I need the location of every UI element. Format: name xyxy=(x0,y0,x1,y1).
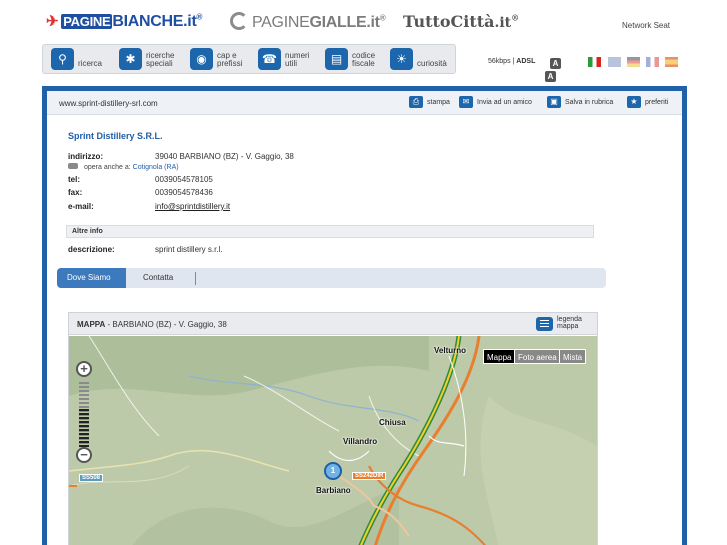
flag-german-icon[interactable] xyxy=(627,57,640,67)
location-marker[interactable]: 1 xyxy=(324,462,342,480)
mail-icon: ✉ xyxy=(459,96,473,108)
flag-english-icon[interactable] xyxy=(608,57,621,67)
tab-dove-siamo[interactable]: Dove Siamo xyxy=(57,268,126,288)
connection-selector[interactable]: 56kbps | ADSL xyxy=(488,58,535,65)
also-operates-row: opera anche a: Cotignola (RA) xyxy=(68,163,179,171)
car-icon xyxy=(68,163,78,169)
also-operates-link[interactable]: Cotignola (RA) xyxy=(133,164,179,171)
map-type-aerial[interactable]: Foto aerea xyxy=(514,349,561,364)
globe-icon: ◉ xyxy=(190,48,213,70)
bulb-icon: ☀ xyxy=(390,48,413,70)
tab-contatta[interactable]: Contatta xyxy=(133,268,183,288)
zoom-in-button[interactable]: + xyxy=(76,361,92,377)
flag-french-icon[interactable] xyxy=(646,57,659,67)
place-label-villandro: Villandro xyxy=(343,437,378,446)
print-icon: ⎙ xyxy=(409,96,423,108)
paginebianche-mark-icon: ✈ xyxy=(46,13,59,30)
website-link[interactable]: www.sprint-distillery-srl.com xyxy=(59,99,158,108)
map-type-map[interactable]: Mappa xyxy=(483,349,516,364)
zoom-out-button[interactable]: − xyxy=(76,447,92,463)
section-tabs: Dove Siamo Contatta xyxy=(57,268,606,288)
network-link[interactable]: Network Seat xyxy=(622,21,670,30)
special-search-icon: ✱ xyxy=(119,48,142,70)
tab-divider xyxy=(195,272,196,285)
map-title: MAPPA xyxy=(77,320,106,329)
zoom-control: + − xyxy=(74,361,94,463)
services-toolbar: ⚲ ricerca ✱ ricerche speciali ◉ cap e pref… xyxy=(42,44,456,74)
tuttocitta-logo[interactable]: TuttoCittà.it® xyxy=(403,12,519,31)
accessibility-badge-alt[interactable]: A xyxy=(545,71,556,82)
place-label-velturno: Velturno xyxy=(434,346,467,355)
road-shield-ss508: SS508 xyxy=(79,474,104,482)
zoom-slider-level[interactable] xyxy=(79,409,89,447)
accessibility-badge[interactable]: A xyxy=(550,58,561,69)
map-canvas[interactable]: Mappa Foto aerea Mista + − Velturno Chiu… xyxy=(69,336,597,545)
phone-icon: ☎ xyxy=(258,48,281,70)
map-address: BARBIANO (BZ) - V. Gaggio, 38 xyxy=(112,320,227,329)
place-label-barbiano: Barbiano xyxy=(316,486,351,495)
paginegialle-logo[interactable]: PAGINEGIALLE.it® xyxy=(230,12,386,32)
brand-bar: ✈ PAGINE BIANCHE.it® PAGINEGIALLE.it® Tutt… xyxy=(0,0,727,44)
map-terrain xyxy=(69,336,597,545)
email-link[interactable]: info@sprintdistillery.it xyxy=(155,202,230,211)
card-icon: ▤ xyxy=(325,48,348,70)
paginegialle-mark-icon xyxy=(230,12,248,30)
flag-italian-icon[interactable] xyxy=(588,57,601,67)
website-bar: www.sprint-distillery-srl.com ⎙ stampa ✉… xyxy=(47,91,682,115)
paginebianche-logo[interactable]: ✈ PAGINE BIANCHE.it® xyxy=(46,12,202,31)
company-name: Sprint Distillery S.R.L. xyxy=(68,131,163,141)
map-box: MAPPA - BARBIANO (BZ) - V. Gaggio, 38 le… xyxy=(68,312,598,545)
map-type-mixed[interactable]: Mista xyxy=(559,349,587,364)
star-icon: ★ xyxy=(627,96,641,108)
road-shield-ss242dir: SS242DIR xyxy=(352,472,387,480)
business-card-panel: www.sprint-distillery-srl.com ⎙ stampa ✉… xyxy=(42,86,687,545)
map-header: MAPPA - BARBIANO (BZ) - V. Gaggio, 38 le… xyxy=(69,313,597,335)
place-label-chiusa: Chiusa xyxy=(379,418,406,427)
flag-spanish-icon[interactable] xyxy=(665,57,678,67)
address-book-icon: ▣ xyxy=(547,96,561,108)
legend-icon xyxy=(536,317,553,331)
altre-info-header: Altre info xyxy=(66,225,594,238)
search-icon: ⚲ xyxy=(51,48,74,70)
